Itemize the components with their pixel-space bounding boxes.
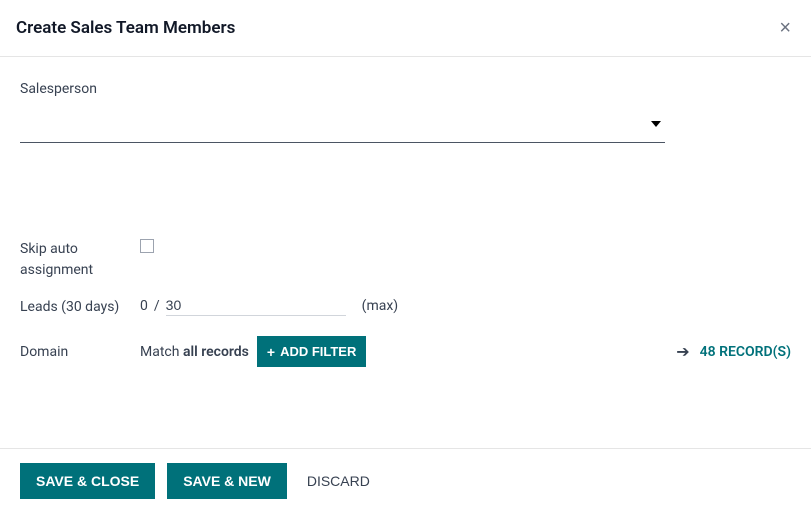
leads-max-input[interactable] (166, 295, 346, 316)
domain-row: Domain Match all records + ADD FILTER ➔ … (20, 336, 791, 367)
leads-row: Leads (30 days) 0 / (max) (20, 295, 791, 318)
add-filter-button[interactable]: + ADD FILTER (257, 336, 367, 367)
leads-label: Leads (30 days) (20, 295, 140, 318)
skip-auto-row: Skip auto assignment (20, 237, 791, 281)
close-icon: × (779, 17, 791, 39)
discard-button[interactable]: DISCARD (299, 463, 378, 499)
salesperson-dropdown[interactable] (20, 115, 665, 143)
modal-body: Salesperson Skip auto assignment Leads (… (0, 57, 811, 391)
save-new-button[interactable]: SAVE & NEW (167, 463, 287, 499)
arrow-right-icon[interactable]: ➔ (676, 344, 689, 360)
save-close-button[interactable]: SAVE & CLOSE (20, 463, 155, 499)
records-count-link[interactable]: 48 RECORD(S) (700, 344, 791, 360)
salesperson-field-group: Salesperson (20, 81, 791, 143)
close-button[interactable]: × (775, 18, 795, 38)
skip-auto-label: Skip auto assignment (20, 237, 140, 281)
salesperson-label: Salesperson (20, 81, 791, 97)
chevron-down-icon (651, 121, 661, 127)
domain-match-text: Match all records (140, 344, 249, 360)
leads-separator: / (154, 298, 160, 314)
modal-footer: SAVE & CLOSE SAVE & NEW DISCARD (0, 448, 811, 513)
leads-current-value: 0 (140, 298, 148, 314)
plus-icon: + (267, 345, 275, 359)
add-filter-label: ADD FILTER (280, 344, 356, 359)
skip-auto-checkbox[interactable] (140, 239, 154, 253)
domain-label: Domain (20, 344, 140, 360)
modal-header: Create Sales Team Members × (0, 0, 811, 57)
leads-max-suffix: (max) (362, 298, 399, 314)
modal-title: Create Sales Team Members (16, 18, 235, 38)
